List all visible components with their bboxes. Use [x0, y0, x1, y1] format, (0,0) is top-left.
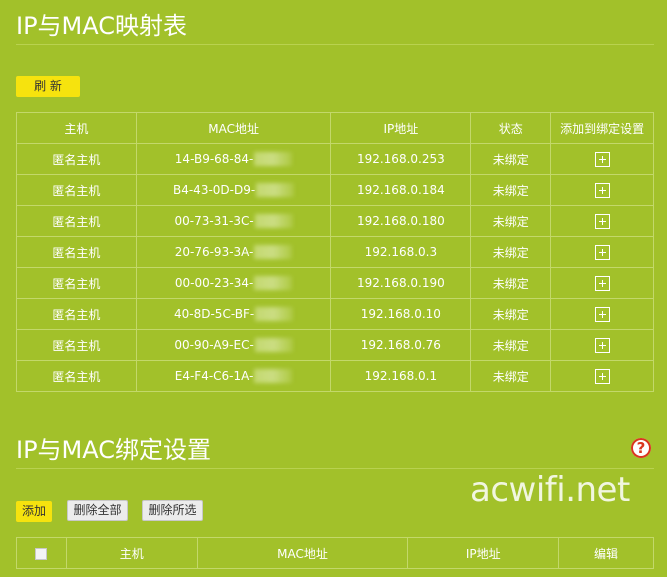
mac-redaction [254, 276, 293, 291]
add-binding-cell [550, 143, 654, 175]
column-header-host: 主机 [16, 112, 137, 144]
status-cell: 未绑定 [470, 205, 552, 237]
mac-text: 20-76-93-3A- [174, 244, 254, 259]
mac-redaction [254, 214, 293, 229]
mac-cell: 00-73-31-3C- [135, 205, 332, 237]
host-cell: 匿名主机 [16, 298, 137, 330]
mac-text: 14-B9-68-84- [174, 151, 254, 166]
table-row: 匿名主机 20-76-93-3A- 192.168.0.3 未绑定 [16, 236, 654, 268]
ip-cell: 192.168.0.253 [330, 143, 472, 175]
mac-cell: B4-43-0D-D9- [135, 174, 332, 206]
mac-cell: 14-B9-68-84- [135, 143, 332, 175]
status-cell: 未绑定 [470, 298, 552, 330]
mac-text: 40-8D-5C-BF- [174, 306, 255, 321]
add-binding-cell [550, 174, 654, 206]
divider [16, 44, 654, 45]
status-cell: 未绑定 [470, 360, 552, 392]
column-header-host: 主机 [65, 537, 198, 569]
plus-icon[interactable] [594, 275, 610, 291]
add-binding-cell [550, 298, 654, 330]
mapping-table: 主机 MAC地址 IP地址 状态 添加到绑定设置 匿名主机 14-B9-68-84… [16, 112, 654, 392]
mac-text: 00-00-23-34- [174, 275, 254, 290]
table-row: 匿名主机 B4-43-0D-D9- 192.168.0.184 未绑定 [16, 174, 654, 206]
plus-icon[interactable] [594, 244, 610, 260]
divider [16, 468, 654, 469]
ip-cell: 192.168.0.10 [330, 298, 472, 330]
mac-redaction [256, 183, 295, 198]
column-header-mac: MAC地址 [135, 112, 332, 144]
delete-all-button[interactable]: 删除全部 [67, 500, 128, 521]
ip-cell: 192.168.0.190 [330, 267, 472, 299]
mac-cell: 40-8D-5C-BF- [135, 298, 332, 330]
mac-text: 00-73-31-3C- [174, 213, 254, 228]
table-row: 匿名主机 00-00-23-34- 192.168.0.190 未绑定 [16, 267, 654, 299]
ip-cell: 192.168.0.76 [330, 329, 472, 361]
mac-text: E4-F4-C6-1A- [174, 368, 254, 383]
column-header-edit: 编辑 [558, 537, 654, 569]
plus-icon[interactable] [594, 337, 610, 353]
mac-redaction [254, 338, 293, 353]
host-cell: 匿名主机 [16, 205, 137, 237]
column-header-ip: IP地址 [330, 112, 472, 144]
refresh-button[interactable]: 刷 新 [16, 76, 80, 97]
mac-cell: 20-76-93-3A- [135, 236, 332, 268]
host-cell: 匿名主机 [16, 236, 137, 268]
status-cell: 未绑定 [470, 174, 552, 206]
ip-cell: 192.168.0.1 [330, 360, 472, 392]
host-cell: 匿名主机 [16, 360, 137, 392]
table-header-row: 主机 MAC地址 IP地址 状态 添加到绑定设置 [16, 112, 654, 144]
host-cell: 匿名主机 [16, 143, 137, 175]
host-cell: 匿名主机 [16, 174, 137, 206]
column-header-status: 状态 [470, 112, 552, 144]
binding-settings-title: IP与MAC绑定设置 [16, 436, 212, 464]
plus-icon[interactable] [594, 306, 610, 322]
mac-text: 00-90-A9-EC- [174, 337, 254, 352]
mac-cell: 00-00-23-34- [135, 267, 332, 299]
help-icon[interactable]: ? [631, 438, 651, 458]
mac-cell: E4-F4-C6-1A- [135, 360, 332, 392]
mac-redaction [255, 307, 294, 322]
add-binding-cell [550, 360, 654, 392]
mapping-table-title: IP与MAC映射表 [16, 12, 188, 40]
host-cell: 匿名主机 [16, 329, 137, 361]
add-binding-cell [550, 205, 654, 237]
status-cell: 未绑定 [470, 143, 552, 175]
status-cell: 未绑定 [470, 329, 552, 361]
mac-cell: 00-90-A9-EC- [135, 329, 332, 361]
table-row: 匿名主机 00-73-31-3C- 192.168.0.180 未绑定 [16, 205, 654, 237]
status-cell: 未绑定 [470, 236, 552, 268]
table-row: 匿名主机 14-B9-68-84- 192.168.0.253 未绑定 [16, 143, 654, 175]
column-header-ip: IP地址 [407, 537, 560, 569]
column-header-add-binding: 添加到绑定设置 [550, 112, 654, 144]
add-button[interactable]: 添加 [16, 501, 52, 522]
select-all-checkbox[interactable] [35, 547, 48, 560]
table-header-row: 主机 MAC地址 IP地址 编辑 [16, 537, 654, 569]
ip-cell: 192.168.0.3 [330, 236, 472, 268]
add-binding-cell [550, 329, 654, 361]
plus-icon[interactable] [594, 213, 610, 229]
plus-icon[interactable] [594, 368, 610, 384]
add-binding-cell [550, 236, 654, 268]
select-all-cell [16, 537, 67, 569]
mac-redaction [254, 152, 293, 167]
ip-cell: 192.168.0.184 [330, 174, 472, 206]
add-binding-cell [550, 267, 654, 299]
delete-selected-button[interactable]: 删除所选 [142, 500, 203, 521]
binding-table: 主机 MAC地址 IP地址 编辑 [16, 537, 654, 569]
table-row: 匿名主机 E4-F4-C6-1A- 192.168.0.1 未绑定 [16, 360, 654, 392]
mac-redaction [254, 245, 293, 260]
watermark: acwifi.net [470, 470, 630, 510]
host-cell: 匿名主机 [16, 267, 137, 299]
ip-cell: 192.168.0.180 [330, 205, 472, 237]
plus-icon[interactable] [594, 182, 610, 198]
status-cell: 未绑定 [470, 267, 552, 299]
plus-icon[interactable] [594, 151, 610, 167]
table-row: 匿名主机 00-90-A9-EC- 192.168.0.76 未绑定 [16, 329, 654, 361]
table-row: 匿名主机 40-8D-5C-BF- 192.168.0.10 未绑定 [16, 298, 654, 330]
mac-text: B4-43-0D-D9- [172, 182, 256, 197]
column-header-mac: MAC地址 [196, 537, 409, 569]
mac-redaction [254, 369, 293, 384]
